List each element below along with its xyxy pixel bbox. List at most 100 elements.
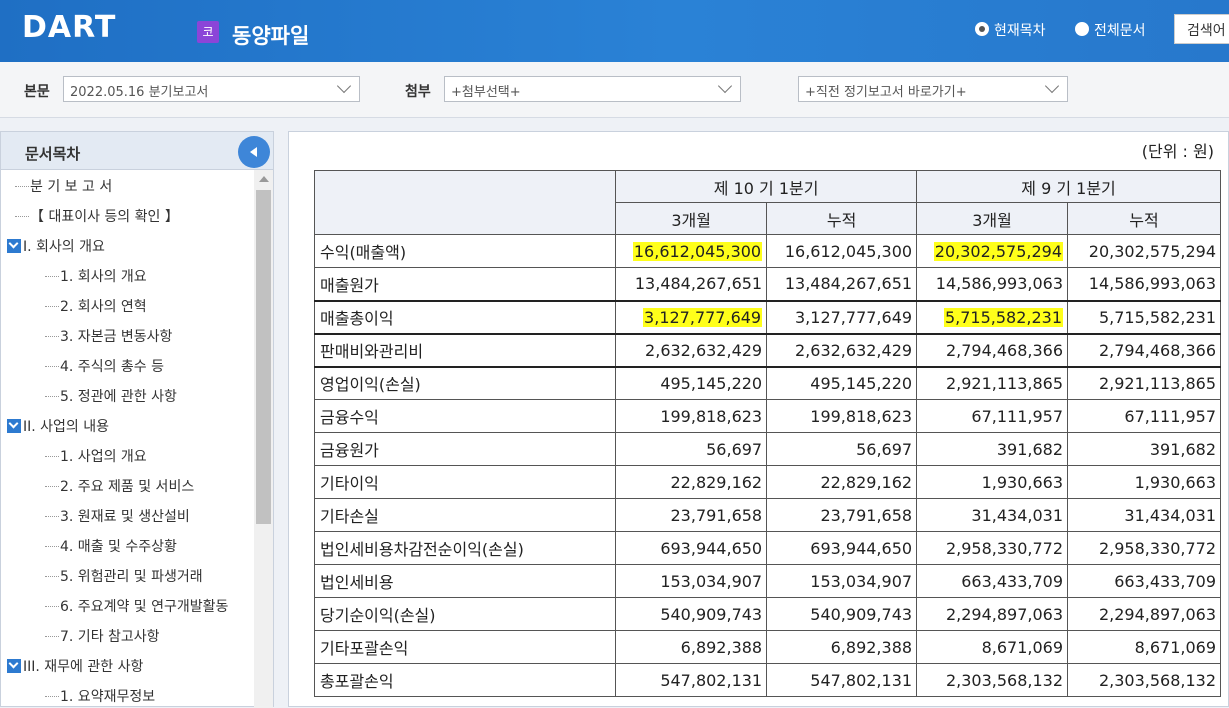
cell-value: 2,794,468,366 [945,340,1064,360]
toc-item-label: 1. 요약재무정보 [60,689,156,705]
toc-item[interactable]: 【 대표이사 등의 확인 】 [15,206,179,228]
value-cell: 547,802,131 [766,663,918,697]
cell-value: 13,484,267,651 [634,274,763,294]
collapse-sidebar-icon[interactable] [238,136,270,168]
row-label: 기타손실 [313,498,617,532]
value-cell: 8,671,069 [916,630,1069,664]
cell-value: 2,921,113,865 [945,373,1064,393]
expand-toggle-icon[interactable] [7,239,21,253]
chevron-down-icon [336,78,352,94]
cell-value: 391,682 [1149,439,1216,459]
toc-item[interactable]: 1. 회사의 개요 [45,266,147,288]
value-cell: 31,434,031 [1067,498,1221,532]
toc-item[interactable]: 6. 주요계약 및 연구개발활동 [45,596,228,618]
toc-item-label: 【 대표이사 등의 확인 】 [30,209,179,225]
table-row: 매출총이익 3,127,777,649 3,127,777,649 5,715,582… [313,299,1221,334]
toc-item[interactable]: 1. 사업의 개요 [45,446,147,468]
toc-item[interactable]: III. 재무에 관한 사항 [7,656,143,678]
toc-item[interactable]: I. 회사의 개요 [7,236,105,258]
header-period-prior: 제 9 기 1분기 [916,170,1221,203]
value-cell: 1,930,663 [916,465,1069,499]
table-row: 당기순이익(손실) 540,909,743 540,909,743 2,294,897… [313,597,1221,631]
cell-value: 16,612,045,300 [784,241,913,261]
toc-item[interactable]: 2. 주요 제품 및 서비스 [45,476,194,498]
cell-value: 2,303,568,132 [945,670,1064,690]
value-cell: 153,034,907 [615,564,768,598]
value-cell: 693,944,650 [766,531,918,565]
cell-value: 23,791,658 [670,505,763,525]
highlighted-value: 16,612,045,300 [632,241,763,261]
main-doc-select[interactable]: 2022.05.16 분기보고서 [63,76,360,102]
toc-item-label: 6. 주요계약 및 연구개발활동 [60,599,229,615]
cell-value: 2,303,568,132 [1098,670,1216,690]
value-cell: 20,302,575,294 [916,234,1069,268]
cell-value: 693,944,650 [660,538,763,558]
value-cell: 14,586,993,063 [1067,267,1221,301]
toc-item-label: II. 사업의 내용 [23,419,110,435]
previous-report-select[interactable]: +직전 정기보고서 바로가기+ [798,76,1068,102]
value-cell: 547,802,131 [615,663,768,697]
radio-current-toc[interactable]: 현재목차 [975,20,1046,40]
toc-item[interactable]: II. 사업의 내용 [7,416,109,438]
value-cell: 2,294,897,063 [1067,597,1221,631]
row-label: 기타이익 [313,465,617,499]
attachment-select[interactable]: +첨부선택+ [444,76,741,102]
row-label: 기타포괄손익 [313,630,617,664]
top-header: DART 코 동양파일 현재목차 전체문서 검색어 [0,0,1229,62]
cell-value: 663,433,709 [1114,571,1216,591]
cell-value: 1,930,663 [981,472,1064,492]
toc-item-label: 5. 위험관리 및 파생거래 [60,569,203,585]
toc-item[interactable]: 2. 회사의 연혁 [45,296,147,318]
value-cell: 2,921,113,865 [1067,365,1221,400]
value-cell: 2,958,330,772 [1067,531,1221,565]
chevron-down-icon [1044,78,1060,94]
value-cell: 22,829,162 [766,465,918,499]
cell-value: 540,909,743 [810,604,913,624]
cell-value: 2,632,632,429 [645,340,763,360]
income-statement-table: 제 10 기 1분기 제 9 기 1분기 3개월 누적 3개월 누적 수익(매출… [313,170,1221,697]
scrollbar-thumb[interactable] [256,190,271,524]
cell-value: 153,034,907 [810,571,913,591]
row-label: 법인세비용차감전순이익(손실) [313,531,617,565]
toc-item[interactable]: 5. 위험관리 및 파생거래 [45,566,203,588]
radio-unselected-icon [1075,22,1089,36]
toc-item-label: 5. 정관에 관한 사항 [60,389,177,405]
document-viewer: (단위 : 원) 제 10 기 1분기 제 9 기 1분기 3개월 누적 3개월… [288,131,1229,707]
toc-item[interactable]: 1. 요약재무정보 [45,686,155,708]
toc-item[interactable]: 7. 기타 참고사항 [45,626,160,648]
highlighted-value: 3,127,777,649 [643,307,763,327]
scroll-up-icon[interactable] [259,176,269,182]
cell-value: 663,433,709 [961,571,1064,591]
toc-item[interactable]: 3. 원재료 및 생산설비 [45,506,190,528]
value-cell: 199,818,623 [766,399,918,433]
search-input[interactable]: 검색어 [1174,14,1229,44]
toc-scrollbar[interactable] [254,170,273,708]
table-row: 총포괄손익 547,802,131 547,802,131 2,303,568,132… [313,663,1221,697]
toc-item-label: I. 회사의 개요 [23,239,105,255]
cell-value: 199,818,623 [660,406,763,426]
radio-all-docs[interactable]: 전체문서 [1075,20,1146,40]
value-cell: 2,958,330,772 [916,531,1069,565]
toc-item[interactable]: 5. 정관에 관한 사항 [45,386,177,408]
value-cell: 16,612,045,300 [615,234,768,268]
toc-item[interactable]: 4. 매출 및 수주상황 [45,536,177,558]
toc-item[interactable]: 분 기 보 고 서 [15,176,112,198]
table-row: 기타이익 22,829,162 22,829,162 1,930,663 1,930,6… [313,465,1221,499]
table-row: 금융원가 56,697 56,697 391,682 391,682 [313,432,1221,466]
toc-item[interactable]: 4. 주식의 총수 등 [45,356,164,378]
expand-toggle-icon[interactable] [7,659,21,673]
cell-value: 2,632,632,429 [795,340,913,360]
value-cell: 2,794,468,366 [916,332,1069,367]
tree-connector [45,576,59,577]
value-cell: 540,909,743 [615,597,768,631]
value-cell: 5,715,582,231 [916,299,1069,334]
toc-item[interactable]: 3. 자본금 변동사항 [45,326,172,348]
toc-title: 문서목차 [25,145,81,163]
expand-toggle-icon[interactable] [7,419,21,433]
dart-logo[interactable]: DART [22,10,116,45]
cell-value: 8,671,069 [1134,637,1216,657]
row-label: 금융원가 [313,432,617,466]
cell-value: 2,958,330,772 [945,538,1064,558]
company-market-badge: 코 [197,21,219,43]
value-cell: 13,484,267,651 [766,267,918,301]
